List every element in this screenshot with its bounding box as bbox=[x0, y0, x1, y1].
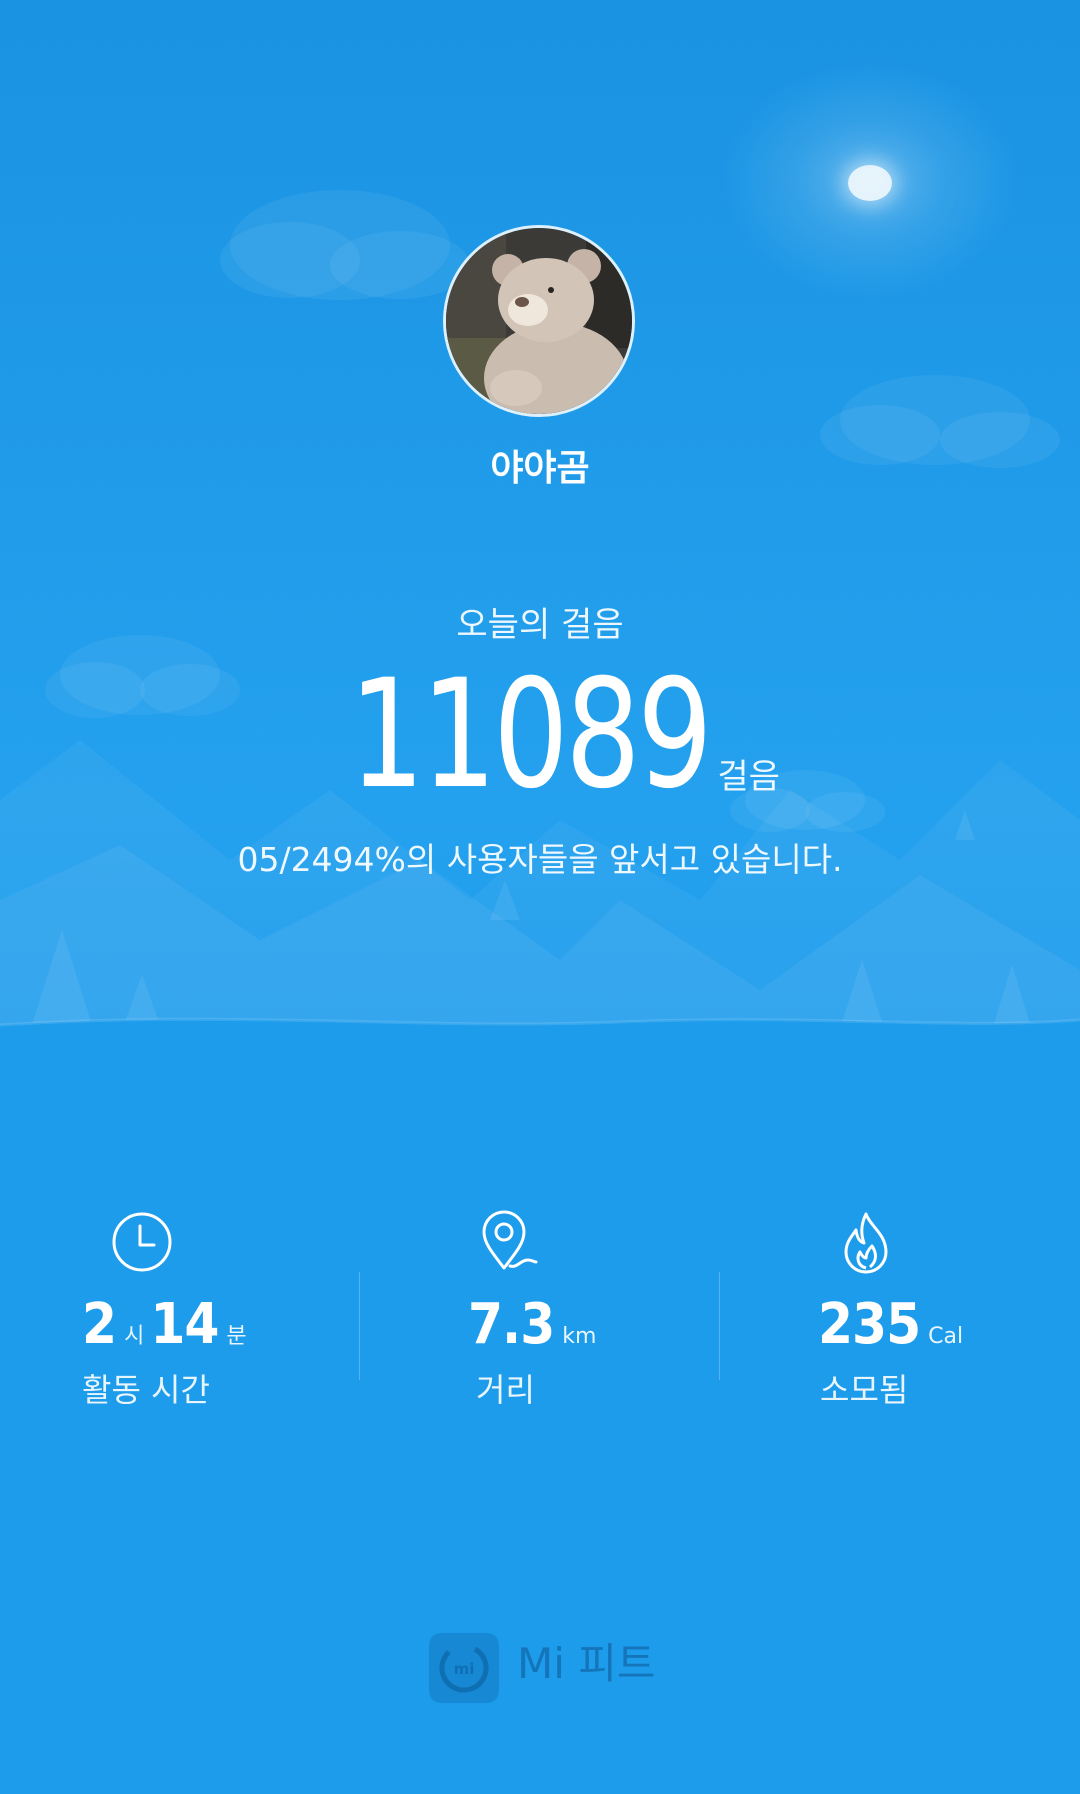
active-hours-value: 2 bbox=[82, 1292, 117, 1357]
stat-divider bbox=[719, 1272, 720, 1380]
flame-icon bbox=[844, 1212, 888, 1274]
active-minutes-unit: 분 bbox=[226, 1324, 247, 1349]
calories-value: 235 bbox=[818, 1292, 921, 1357]
mi-fit-logo: mi bbox=[429, 1633, 499, 1703]
calories-unit: Cal bbox=[928, 1324, 964, 1349]
logo-text: mi bbox=[454, 1660, 475, 1678]
steps-label: 오늘의 걸음 bbox=[456, 605, 624, 645]
avatar[interactable] bbox=[443, 225, 635, 417]
rank-text: 05/2494%의 사용자들을 앞서고 있습니다. bbox=[237, 840, 843, 879]
distance-label: 거리 bbox=[476, 1371, 535, 1409]
stat-active-time[interactable]: 2 시 14 분 활동 시간 bbox=[60, 1210, 420, 1420]
user-name[interactable]: 야야곰 bbox=[0, 446, 1080, 492]
active-time-label: 활동 시간 bbox=[82, 1371, 210, 1409]
calories-label: 소모됨 bbox=[820, 1371, 909, 1409]
stat-calories[interactable]: 235 Cal 소모됨 bbox=[780, 1210, 1080, 1420]
distance-value: 7.3 bbox=[468, 1292, 555, 1357]
steps-unit: 걸음 bbox=[717, 757, 780, 797]
sun bbox=[848, 165, 892, 201]
clock-icon bbox=[112, 1212, 172, 1272]
stat-distance[interactable]: 7.3 km 거리 bbox=[420, 1210, 780, 1420]
steps-count: 11089 bbox=[349, 648, 713, 822]
avatar-image bbox=[446, 228, 632, 414]
location-pin-icon bbox=[482, 1210, 538, 1270]
steps-count-row[interactable]: 11089 걸음 bbox=[0, 660, 1080, 810]
distance-unit: km bbox=[562, 1324, 597, 1349]
mi-logo-icon: mi bbox=[439, 1643, 489, 1693]
active-minutes-value: 14 bbox=[150, 1292, 219, 1357]
stat-divider bbox=[359, 1272, 360, 1380]
app-name: Mi 피트 bbox=[517, 1639, 656, 1688]
active-hours-unit: 시 bbox=[124, 1324, 145, 1349]
